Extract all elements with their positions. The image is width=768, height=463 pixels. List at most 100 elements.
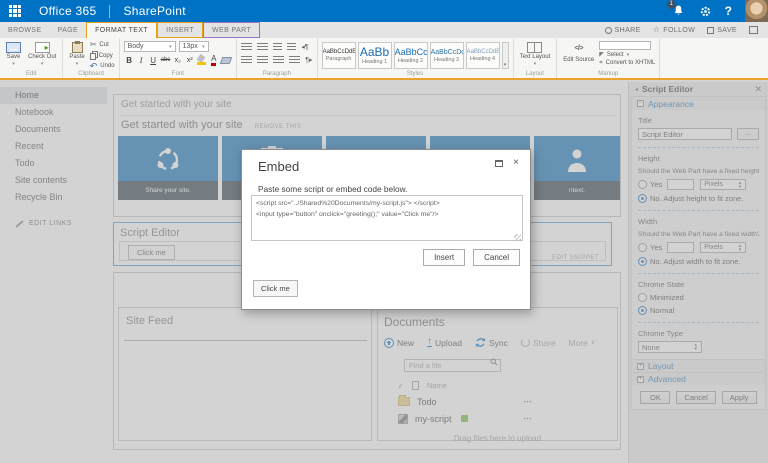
suite-bar: Office 365 SharePoint 1 ?: [0, 0, 768, 22]
underline-button[interactable]: U: [148, 54, 159, 66]
edit-source-button[interactable]: </> Edit Source: [561, 41, 596, 68]
markup-styles-dropdown[interactable]: [599, 41, 652, 50]
ribbon-save-button[interactable]: Save ▾: [4, 41, 23, 68]
align-center-button[interactable]: [257, 56, 269, 65]
undo-button[interactable]: ↶ Undo: [90, 62, 115, 71]
share-action[interactable]: SHARE: [604, 26, 641, 34]
group-label-paragraph: Paragraph: [262, 71, 291, 77]
italic-button[interactable]: I: [136, 54, 147, 66]
styles-gallery-more-button[interactable]: ▾: [501, 42, 509, 69]
follow-action[interactable]: ☆ FOLLOW: [653, 26, 696, 34]
notification-count-badge: 1: [666, 0, 676, 9]
paste-button[interactable]: Paste ▾: [67, 41, 86, 68]
suite-bar-right: 1 ?: [666, 0, 768, 22]
group-label-edit: Edit: [26, 71, 37, 77]
decrease-indent-button[interactable]: [273, 43, 283, 52]
focus-on-content-icon[interactable]: [749, 26, 758, 34]
subscript-button[interactable]: x₂: [172, 54, 183, 66]
tab-browse[interactable]: BROWSE: [0, 22, 50, 38]
align-right-button[interactable]: [273, 56, 285, 65]
increase-indent-button[interactable]: [287, 43, 297, 52]
style-heading1[interactable]: AaBb Heading 1: [357, 42, 392, 69]
sharepoint-page: Office 365 SharePoint 1 ? BROWSE PAGE FO…: [0, 0, 768, 463]
right-to-left-button[interactable]: ¶▸: [305, 56, 312, 65]
tab-format-text[interactable]: FORMAT TEXT: [86, 22, 158, 38]
style-heading3[interactable]: AaBbCcDd Heading 3: [429, 42, 464, 69]
font-color-button[interactable]: A: [208, 54, 219, 66]
font-color-icon: A: [211, 54, 217, 66]
help-button[interactable]: ?: [725, 4, 732, 18]
share-icon: [604, 26, 612, 34]
clipboard-small-buttons: ✂ Cut Copy ↶ Undo: [89, 41, 115, 71]
save-disk-icon: [6, 42, 21, 53]
font-size-select[interactable]: 13px ▾: [178, 41, 209, 52]
text-layout-button[interactable]: Text Layout ▾: [518, 41, 553, 68]
tab-web-part[interactable]: WEB PART: [203, 22, 261, 38]
edit-source-icon: </>: [574, 44, 584, 52]
ribbon: Save▾ Check Out▾ Edit Paste▾ ✂Cut Copy ↶…: [0, 38, 768, 80]
font-family-select[interactable]: Body ▾: [123, 41, 176, 52]
copy-icon: [89, 53, 96, 60]
text-layout-icon: [527, 42, 543, 53]
style-paragraph[interactable]: AaBbCcDdE Paragraph: [321, 42, 356, 69]
maximize-icon[interactable]: [495, 159, 504, 167]
app-name-sharepoint[interactable]: SharePoint: [123, 4, 185, 18]
superscript-button[interactable]: x²: [184, 54, 195, 66]
style-heading2[interactable]: AaBbCc Heading 2: [393, 42, 428, 69]
tab-page[interactable]: PAGE: [50, 22, 87, 38]
insert-button[interactable]: Insert: [423, 249, 466, 266]
bullet-list-button[interactable]: [241, 43, 253, 52]
dialog-title: Embed: [258, 159, 300, 174]
ribbon-tab-row: BROWSE PAGE FORMAT TEXT INSERT WEB PART …: [0, 22, 768, 38]
group-label-markup: Markup: [598, 71, 619, 77]
group-label-font: Font: [171, 71, 184, 77]
follow-star-icon: ☆: [652, 25, 661, 34]
ribbon-checkout-button[interactable]: Check Out▾: [26, 41, 58, 68]
eraser-icon: [220, 56, 233, 64]
clear-format-button[interactable]: [220, 54, 233, 66]
convert-xhtml-button[interactable]: ⌗ Convert to XHTML: [599, 60, 655, 66]
ribbon-group-font: Body ▾ 13px ▾ B I U abc x₂ x² A Font: [120, 38, 238, 78]
ribbon-group-clipboard: Paste ▾ ✂ Cut Copy ↶ Undo Clipboard: [63, 38, 120, 78]
close-icon[interactable]: ×: [513, 158, 519, 168]
paste-clipboard-icon: [71, 41, 83, 53]
style-heading4[interactable]: AaBbCcDdE Heading 4: [465, 42, 500, 69]
convert-icon: ⌗: [599, 60, 603, 66]
embed-dialog: Embed × Paste some script or embed code …: [241, 149, 531, 310]
notifications-bell-icon[interactable]: 1: [666, 0, 686, 18]
tab-insert[interactable]: INSERT: [157, 22, 204, 38]
bold-button[interactable]: B: [124, 54, 135, 66]
save-action[interactable]: SAVE: [707, 26, 737, 34]
brand-office365[interactable]: Office 365: [39, 4, 96, 18]
group-label-clipboard: Clipboard: [78, 71, 104, 77]
highlight-button[interactable]: [196, 54, 207, 66]
ribbon-group-paragraph: ◂¶ ¶▸ Paragraph: [237, 38, 318, 78]
settings-gear-icon[interactable]: [699, 5, 712, 18]
numbered-list-button[interactable]: [257, 43, 269, 52]
align-left-button[interactable]: [241, 56, 253, 65]
embed-code-textarea[interactable]: <script src="../Shared%20Documents/my-sc…: [251, 195, 523, 241]
user-avatar[interactable]: [745, 0, 768, 22]
dialog-instruction: Paste some script or embed code below.: [258, 184, 408, 194]
app-launcher-icon[interactable]: [9, 5, 21, 17]
ribbon-group-edit: Save▾ Check Out▾ Edit: [0, 38, 64, 78]
ribbon-group-markup: </> Edit Source ◤ Select ▾ ⌗ Convert to XHTM…: [557, 38, 661, 78]
preview-click-me-button[interactable]: Click me: [253, 280, 298, 297]
highlighter-icon: [197, 55, 207, 65]
cut-button[interactable]: ✂ Cut: [90, 41, 115, 49]
dialog-cancel-button[interactable]: Cancel: [473, 249, 520, 266]
workspace: Home Notebook Documents Recent Todo Site…: [0, 80, 768, 463]
copy-button[interactable]: Copy: [89, 51, 115, 60]
ribbon-group-styles: AaBbCcDdE Paragraph AaBb Heading 1 AaBbCc H…: [318, 38, 514, 78]
scissors-icon: ✂: [89, 40, 97, 49]
group-label-styles: Styles: [406, 71, 424, 77]
select-button[interactable]: ◤ Select ▾: [599, 52, 655, 58]
strikethrough-button[interactable]: abc: [160, 54, 172, 66]
left-to-right-button[interactable]: ◂¶: [301, 43, 308, 52]
save-icon: [707, 26, 715, 34]
check-out-icon: [34, 42, 50, 53]
textarea-resize-handle[interactable]: [514, 234, 521, 241]
justify-button[interactable]: [289, 56, 301, 65]
cursor-icon: ◤: [599, 52, 604, 58]
group-label-layout: Layout: [525, 71, 544, 77]
